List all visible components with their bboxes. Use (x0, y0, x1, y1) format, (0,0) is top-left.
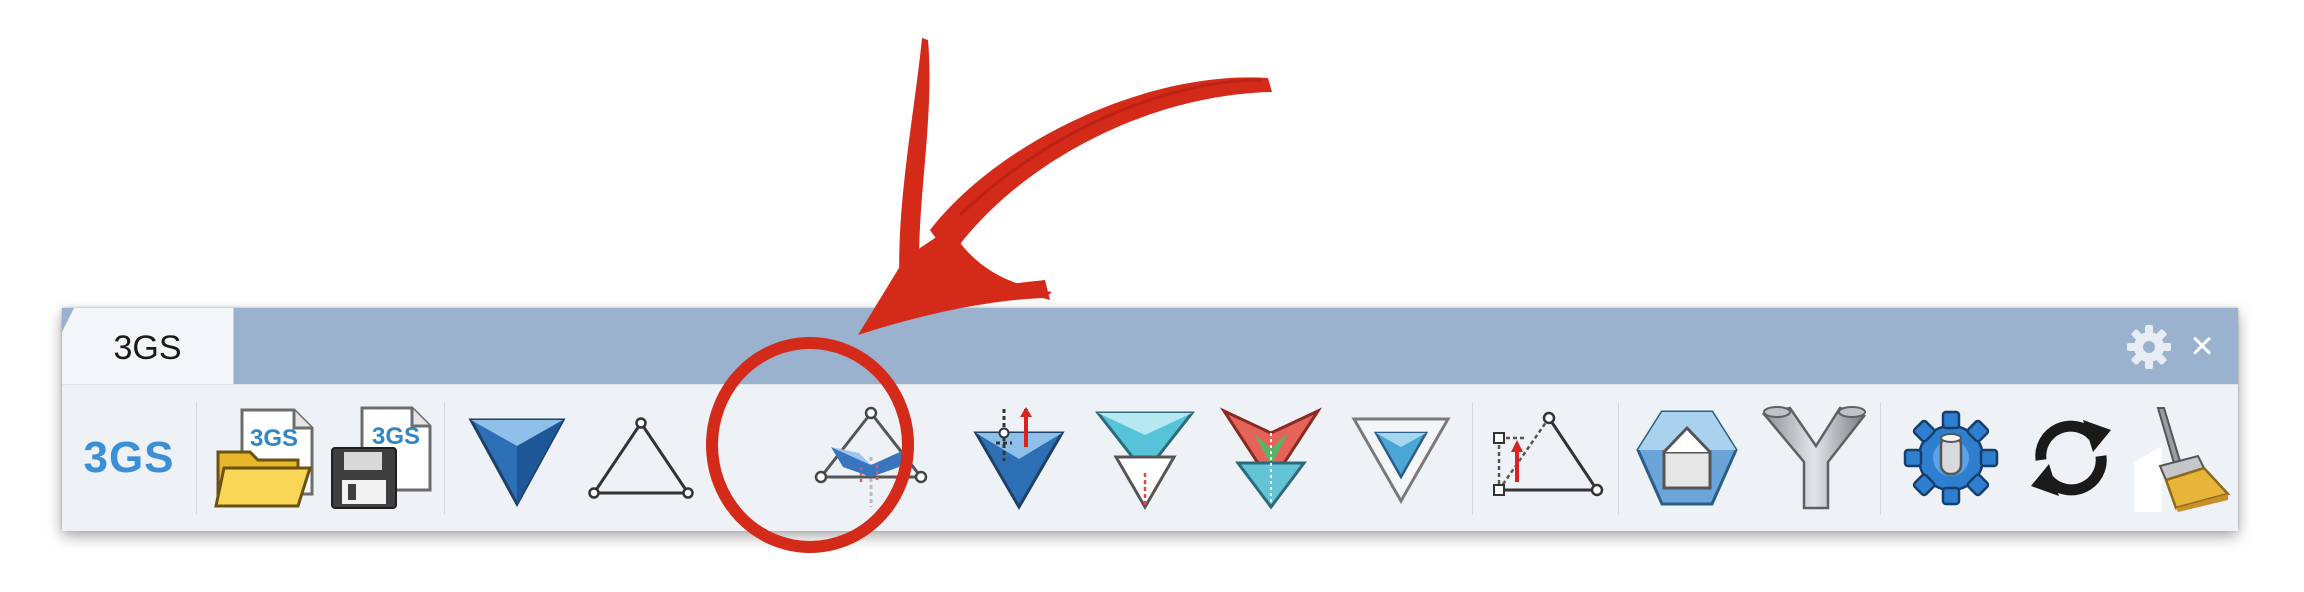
3gs-toolbar: 3GS × 3GS 3GS 3GS (62, 308, 2238, 531)
dimension-triangle-icon[interactable] (1482, 385, 1612, 531)
separator (196, 403, 197, 515)
open-file-icon[interactable]: 3GS (210, 385, 322, 531)
tab-label: 3GS (113, 328, 182, 367)
save-file-badge: 3GS (372, 423, 420, 450)
broom-icon[interactable] (2130, 385, 2234, 531)
tab-3gs[interactable]: 3GS (62, 308, 234, 384)
red-arrow-annotation (858, 38, 1272, 335)
blue-triangle-icon[interactable] (458, 385, 576, 531)
3gs-logo-icon[interactable]: 3GS (70, 385, 188, 531)
refresh-icon[interactable] (2012, 385, 2130, 531)
separator (1880, 403, 1881, 515)
triangle-outline-icon[interactable] (582, 385, 700, 531)
toolbar-titlebar: 3GS × (62, 308, 2238, 384)
close-icon[interactable]: × (2182, 320, 2222, 372)
tool-icon-row: 3GS 3GS 3GS (62, 384, 2238, 531)
red-green-triangle-icon[interactable] (1212, 385, 1330, 531)
logo-text: 3GS (83, 433, 175, 482)
separator (1618, 403, 1619, 515)
y-pipe-icon[interactable] (1754, 385, 1872, 531)
settings-gear-icon[interactable] (2124, 322, 2174, 372)
save-file-icon[interactable]: 3GS (324, 385, 436, 531)
separator (1472, 403, 1473, 515)
cyan-triangle-icon[interactable] (1086, 385, 1204, 531)
blue-triangle-loads-icon[interactable] (962, 385, 1080, 531)
tent-triangle-icon[interactable] (806, 385, 936, 531)
blue-gear-icon[interactable] (1892, 385, 2010, 531)
hexagon-box-icon[interactable] (1628, 385, 1746, 531)
open-file-badge: 3GS (250, 425, 298, 452)
separator (444, 403, 445, 515)
nested-triangle-icon[interactable] (1342, 385, 1460, 531)
